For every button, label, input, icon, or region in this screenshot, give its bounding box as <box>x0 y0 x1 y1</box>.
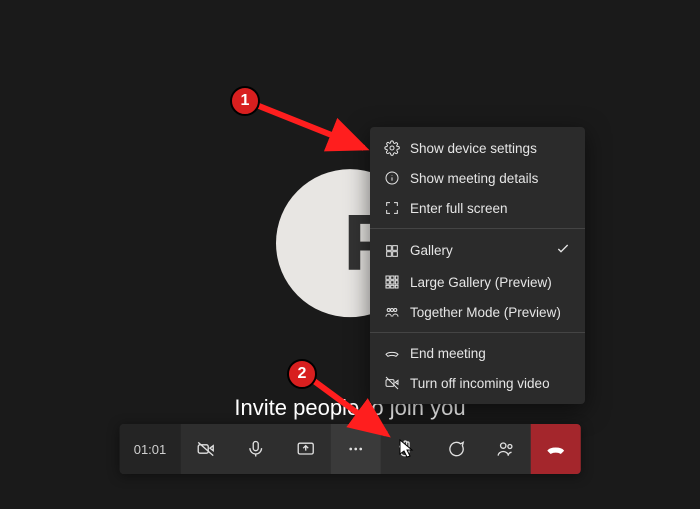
menu-item-label: Show meeting details <box>410 171 538 186</box>
chat-button[interactable] <box>430 424 480 474</box>
menu-item-label: End meeting <box>410 346 486 361</box>
hangup-icon <box>545 439 565 459</box>
gear-icon <box>384 140 400 156</box>
share-button[interactable] <box>280 424 330 474</box>
menu-item-gallery[interactable]: Gallery <box>370 234 585 267</box>
camera-off-icon <box>195 439 215 459</box>
menu-item-turn-off-incoming-video[interactable]: Turn off incoming video <box>370 368 585 398</box>
raise-hand-button[interactable] <box>380 424 430 474</box>
menu-item-fullscreen[interactable]: Enter full screen <box>370 193 585 223</box>
camera-button[interactable] <box>180 424 230 474</box>
menu-item-label: Turn off incoming video <box>410 376 550 391</box>
video-off-icon <box>384 375 400 391</box>
menu-item-end-meeting[interactable]: End meeting <box>370 338 585 368</box>
menu-divider <box>370 332 585 333</box>
hangup-button[interactable] <box>530 424 580 474</box>
menu-item-label: Gallery <box>410 243 453 258</box>
more-actions-button[interactable] <box>330 424 380 474</box>
large-gallery-icon <box>384 274 400 290</box>
menu-item-large-gallery[interactable]: Large Gallery (Preview) <box>370 267 585 297</box>
menu-item-together-mode[interactable]: Together Mode (Preview) <box>370 297 585 327</box>
people-icon <box>495 439 515 459</box>
chat-icon <box>445 439 465 459</box>
more-icon <box>345 439 365 459</box>
mic-button[interactable] <box>230 424 280 474</box>
call-toolbar: 01:01 <box>120 424 581 474</box>
annotation-badge-1: 1 <box>230 86 260 116</box>
fullscreen-icon <box>384 200 400 216</box>
end-call-icon <box>384 345 400 361</box>
menu-item-label: Together Mode (Preview) <box>410 305 561 320</box>
participants-button[interactable] <box>480 424 530 474</box>
more-actions-menu: Show device settings Show meeting detail… <box>370 127 585 404</box>
share-screen-icon <box>295 439 315 459</box>
annotation-arrow-1 <box>246 96 386 166</box>
menu-item-label: Large Gallery (Preview) <box>410 275 552 290</box>
menu-item-label: Enter full screen <box>410 201 508 216</box>
mic-icon <box>245 439 265 459</box>
together-mode-icon <box>384 304 400 320</box>
annotation-badge-2: 2 <box>287 359 317 389</box>
raise-hand-icon <box>395 439 415 459</box>
menu-item-label: Show device settings <box>410 141 537 156</box>
call-timer: 01:01 <box>120 424 181 474</box>
checkmark-icon <box>555 241 571 260</box>
menu-item-device-settings[interactable]: Show device settings <box>370 133 585 163</box>
gallery-icon <box>384 243 400 259</box>
menu-item-meeting-details[interactable]: Show meeting details <box>370 163 585 193</box>
menu-divider <box>370 228 585 229</box>
info-icon <box>384 170 400 186</box>
